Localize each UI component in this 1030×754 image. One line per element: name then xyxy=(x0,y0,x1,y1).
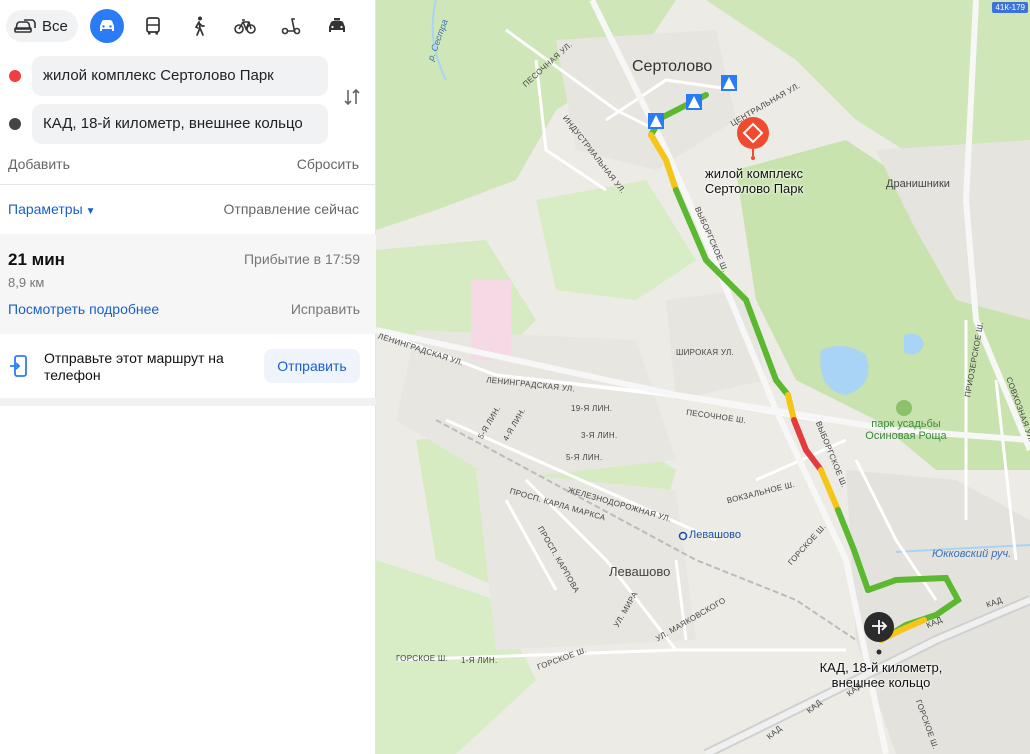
swap-route-icon[interactable] xyxy=(342,86,362,108)
caret-down-icon: ▼ xyxy=(85,206,96,217)
route-distance: 8,9 км xyxy=(8,275,45,290)
send-to-phone-text: Отправьте этот маршрут на телефон xyxy=(44,350,224,383)
street-label: ГОРСКОЕ Ш. xyxy=(396,654,449,663)
route-duration: 21 мин xyxy=(8,250,65,269)
stream-label: Юкковский руч. xyxy=(932,548,1012,560)
taxi-mode-button[interactable] xyxy=(320,9,354,43)
street-label: 1-Я ЛИН. xyxy=(461,656,498,665)
district-label-dranishniki: Дранишники xyxy=(886,178,950,190)
add-point-button[interactable]: Добавить xyxy=(8,156,70,172)
walk-icon xyxy=(194,16,205,36)
bus-mode-button[interactable] xyxy=(136,9,170,43)
send-to-phone-block: Отправьте этот маршрут на телефон Отправ… xyxy=(0,334,376,398)
phone-send-icon xyxy=(10,355,27,377)
map-view[interactable]: 41К-179 Сертолово Левашово Дранишники па… xyxy=(376,0,1030,754)
start-poi-label: жилой комплекс Сертолово Парк xyxy=(704,166,804,196)
city-label-sertolovo: Сертолово xyxy=(632,58,713,75)
destination-dot xyxy=(9,118,21,130)
street-label: ШИРОКАЯ УЛ. xyxy=(676,348,735,357)
transport-mode-bar: Все xyxy=(6,8,369,44)
car-compare-icon xyxy=(14,19,36,33)
parameters-label: Параметры xyxy=(8,201,83,217)
park-label: парк усадьбы Осиновая Роща xyxy=(865,418,947,442)
bike-mode-button[interactable] xyxy=(228,9,262,43)
map-canvas xyxy=(376,0,1030,754)
fix-route-link[interactable]: Исправить xyxy=(291,301,360,317)
parameters-dropdown[interactable]: Параметры ▼ xyxy=(8,201,96,217)
panel-separator xyxy=(0,398,376,406)
all-modes-button[interactable]: Все xyxy=(6,10,78,42)
car-icon xyxy=(99,20,114,31)
send-button[interactable]: Отправить xyxy=(264,349,360,383)
destination-field[interactable]: КАД, 18-й километр, внешнее кольцо xyxy=(32,104,328,144)
street-label: 19-Я ЛИН. xyxy=(571,404,613,413)
street-label: 5-Я ЛИН. xyxy=(566,453,603,462)
scooter-mode-button[interactable] xyxy=(274,9,308,43)
route-summary-card[interactable]: 21 мин 8,9 км Прибытие в 17:59 Посмотрет… xyxy=(0,234,376,334)
city-label-levashovo: Левашово xyxy=(609,564,671,579)
road-number-badge: 41К-179 xyxy=(992,2,1028,13)
details-link[interactable]: Посмотреть подробнее xyxy=(8,301,159,317)
arrival-time: Прибытие в 17:59 xyxy=(243,251,360,267)
origin-field[interactable]: жилой комплекс Сертолово Парк xyxy=(32,56,328,96)
departure-time-button[interactable]: Отправление сейчас xyxy=(224,201,359,217)
origin-dot xyxy=(9,70,21,82)
route-panel: Все жилой комплекс Сертолово Парк КАД, 1… xyxy=(0,0,376,754)
scooter-icon xyxy=(281,18,301,35)
taxi-icon xyxy=(328,18,345,32)
station-label: Левашово xyxy=(689,529,741,541)
divider xyxy=(0,184,376,185)
street-label: 3-Я ЛИН. xyxy=(581,431,618,440)
all-modes-label: Все xyxy=(42,17,68,35)
car-mode-button[interactable] xyxy=(89,9,124,43)
bike-icon xyxy=(234,19,256,34)
walk-mode-button[interactable] xyxy=(182,9,216,43)
end-poi-label: КАД, 18-й километр, внешнее кольцо xyxy=(819,660,943,690)
bus-icon xyxy=(146,17,160,35)
reset-button[interactable]: Сбросить xyxy=(297,156,359,172)
